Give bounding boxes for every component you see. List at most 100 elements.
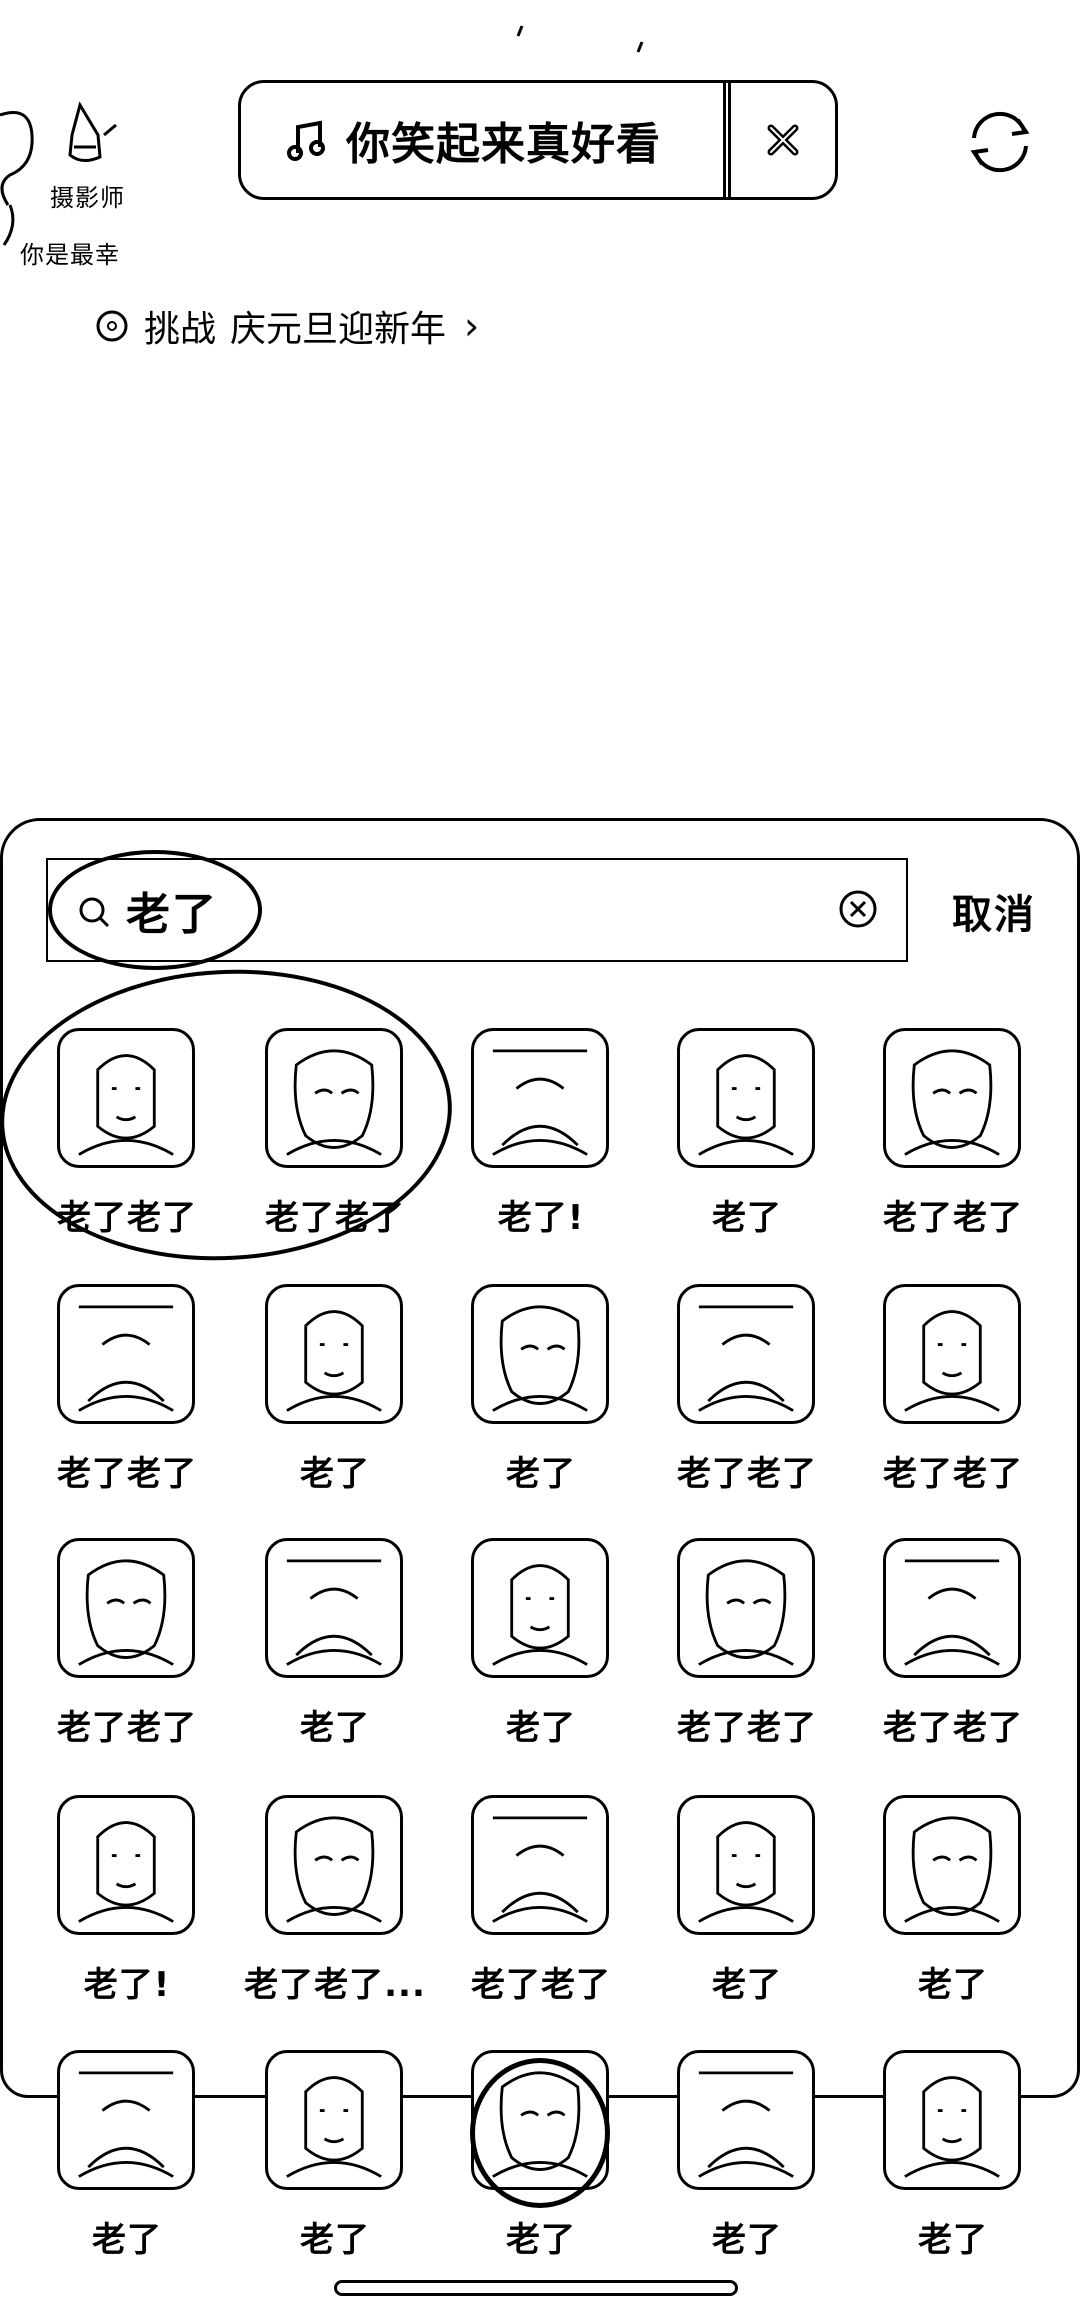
effect-thumbnail: [883, 1028, 1021, 1168]
portrait-sketch-icon: [698, 2071, 794, 2178]
effect-caption: 老了: [918, 2220, 988, 2260]
effect-item[interactable]: 老了老了: [674, 1538, 824, 1788]
effect-caption: 老了: [918, 1965, 988, 2005]
portrait-sketch-icon: [78, 2071, 174, 2178]
effect-caption: 老了老了: [883, 1198, 1023, 1238]
portrait-sketch-icon: [78, 1821, 174, 1923]
effect-caption: 老了老了...: [244, 1965, 426, 2005]
effect-caption: 老了老了: [471, 1965, 611, 2005]
portrait-sketch-icon: [698, 1559, 794, 1666]
music-divider: [723, 83, 731, 197]
effect-caption: 老了: [300, 1454, 370, 1494]
clear-search-icon[interactable]: [838, 889, 878, 929]
music-title: 你笑起来真好看: [346, 119, 661, 170]
portrait-sketch-icon: [78, 1305, 174, 1412]
effect-item[interactable]: 老了!: [468, 1028, 618, 1278]
effect-thumbnail: [471, 1795, 609, 1935]
portrait-sketch-icon: [492, 1564, 588, 1666]
effect-item[interactable]: 老了老了: [674, 1284, 824, 1534]
effect-thumbnail: [57, 2050, 195, 2190]
portrait-sketch-icon: [698, 1054, 794, 1156]
effect-item[interactable]: 老了: [468, 1284, 618, 1534]
challenge-name: 庆元旦迎新年: [230, 309, 447, 350]
music-note-icon: [287, 120, 325, 161]
effect-caption: 老了老了: [57, 1708, 197, 1748]
portrait-sketch-icon: [904, 2076, 1000, 2178]
search-icon: [79, 897, 110, 928]
effect-thumbnail: [265, 1795, 403, 1935]
portrait-sketch-icon: [904, 1310, 1000, 1412]
effect-caption: 老了: [92, 2220, 162, 2260]
effect-item[interactable]: 老了老了: [880, 1538, 1030, 1788]
effect-item[interactable]: 老了: [262, 1284, 412, 1534]
effect-item[interactable]: 老了: [880, 2050, 1030, 2300]
effect-thumbnail: [883, 1795, 1021, 1935]
effect-item[interactable]: 老了老了...: [244, 1795, 425, 2045]
home-indicator: [334, 2280, 738, 2296]
portrait-sketch-icon: [904, 1049, 1000, 1156]
status-ticks: [516, 25, 644, 53]
effect-item[interactable]: 老了: [880, 1795, 1030, 2045]
challenge-link[interactable]: 挑战 庆元旦迎新年 ›: [94, 300, 479, 352]
effect-item[interactable]: 老了老了: [468, 1795, 618, 2045]
effect-item[interactable]: 老了老了: [880, 1028, 1030, 1278]
effect-thumbnail: [471, 1538, 609, 1678]
creator-subtitle: 你是最幸: [20, 241, 120, 269]
effect-thumbnail: [883, 2050, 1021, 2190]
portrait-sketch-icon: [492, 1305, 588, 1412]
effect-item[interactable]: 老了: [674, 1795, 824, 2045]
effect-caption: 老了老了: [677, 1454, 817, 1494]
effect-thumbnail: [677, 1028, 815, 1168]
effect-thumbnail: [471, 1028, 609, 1168]
refresh-icon[interactable]: [958, 100, 1042, 184]
effect-thumbnail: [57, 1795, 195, 1935]
effect-item[interactable]: 老了: [262, 1538, 412, 1788]
portrait-sketch-icon: [78, 1559, 174, 1666]
effect-thumbnail: [471, 1284, 609, 1424]
effect-item[interactable]: 老了: [674, 2050, 824, 2300]
effect-thumbnail: [265, 1284, 403, 1424]
portrait-sketch-icon: [492, 1816, 588, 1923]
effect-caption: 老了!: [497, 1198, 585, 1238]
effect-item[interactable]: 老了老了: [880, 1284, 1030, 1534]
challenge-icon: [96, 310, 128, 342]
music-title-button[interactable]: 你笑起来真好看: [241, 83, 726, 197]
effect-caption: 老了老了: [677, 1708, 817, 1748]
effect-caption: 老了: [300, 1708, 370, 1748]
record-button[interactable]: [470, 2058, 610, 2208]
effect-item[interactable]: 老了: [262, 2050, 412, 2300]
close-icon: [767, 124, 799, 156]
portrait-sketch-icon: [698, 1305, 794, 1412]
portrait-sketch-icon: [904, 1559, 1000, 1666]
effect-thumbnail: [883, 1538, 1021, 1678]
effect-thumbnail: [677, 1538, 815, 1678]
portrait-sketch-icon: [698, 1821, 794, 1923]
effect-caption: 老了: [712, 1965, 782, 2005]
portrait-sketch-icon: [286, 1559, 382, 1666]
effect-item[interactable]: 老了: [674, 1028, 824, 1278]
effect-caption: 老了: [712, 1198, 782, 1238]
effect-caption: 老了!: [83, 1965, 171, 2005]
effect-thumbnail: [883, 1284, 1021, 1424]
effect-item[interactable]: 老了老了: [54, 1284, 204, 1534]
effect-item[interactable]: 老了!: [54, 1795, 204, 2045]
effect-caption: 老了老了: [883, 1708, 1023, 1748]
chevron-right-icon: ›: [464, 304, 480, 348]
effect-thumbnail: [265, 2050, 403, 2190]
effect-thumbnail: [265, 1538, 403, 1678]
effect-item[interactable]: 老了: [468, 1538, 618, 1788]
challenge-label: 挑战: [144, 309, 217, 350]
portrait-sketch-icon: [492, 1049, 588, 1156]
cancel-button[interactable]: 取消: [952, 882, 1036, 940]
effect-thumbnail: [57, 1284, 195, 1424]
search-query: 老了: [126, 889, 218, 940]
portrait-sketch-icon: [286, 2076, 382, 2178]
portrait-sketch-icon: [904, 1816, 1000, 1923]
effect-caption: 老了: [506, 2220, 576, 2260]
effect-caption: 老了: [506, 1708, 576, 1748]
effect-item[interactable]: 老了老了: [54, 1538, 204, 1788]
effect-item[interactable]: 老了: [54, 2050, 204, 2300]
music-close-button[interactable]: [731, 83, 835, 197]
creator-name[interactable]: 摄影师: [50, 178, 125, 213]
effect-thumbnail: [677, 1795, 815, 1935]
